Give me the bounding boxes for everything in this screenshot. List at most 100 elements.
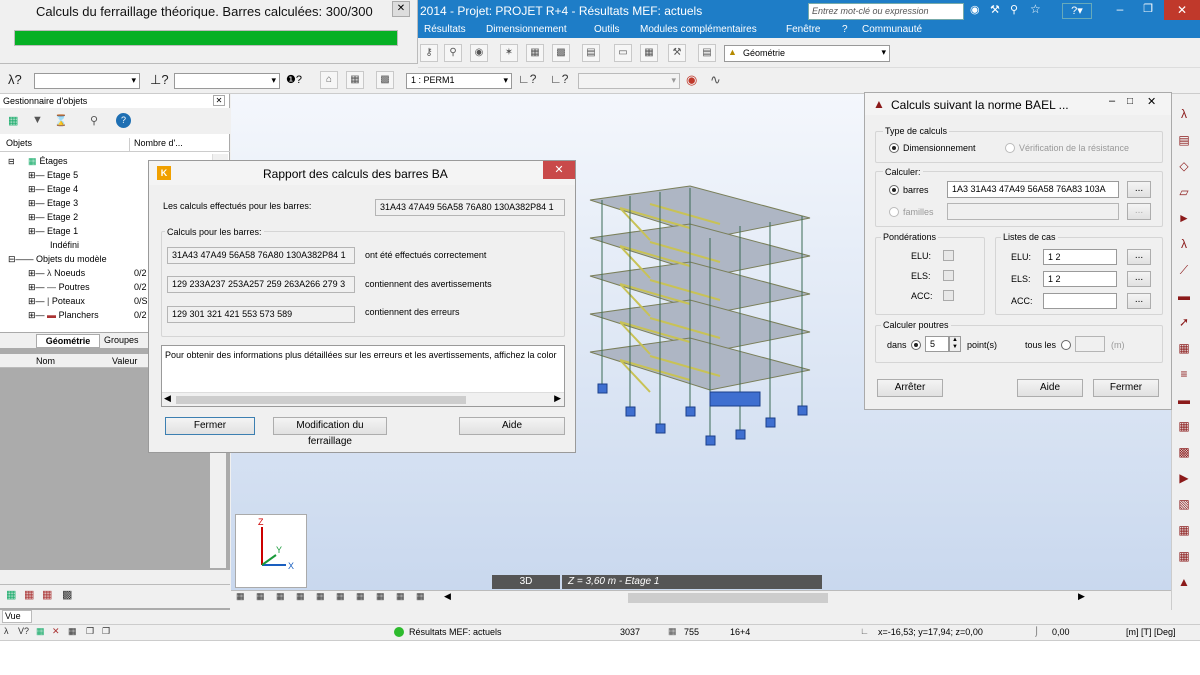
tools-icon[interactable]: ⚒ [990,3,1006,19]
tree-item-etage-4[interactable]: ⊞— Etage 4 [28,184,78,195]
menu-item-outils[interactable]: Outils [594,24,620,35]
tree-item-noeuds[interactable]: ⊞— λ Noeuds [28,268,85,279]
horizontal-scrollbar[interactable] [628,593,828,603]
status-tool-5-icon[interactable]: ▦ [68,626,77,637]
combination-icon[interactable]: ∟? [550,72,568,86]
properties-col-name[interactable]: Nom [36,356,55,366]
bael-maximize-icon[interactable]: □ [1127,96,1133,107]
status-tool-6-icon[interactable]: ❐ [86,626,94,637]
right-tool-3-icon[interactable]: ◇ [1174,156,1194,176]
right-tool-10-icon[interactable]: ▦ [1174,338,1194,358]
binoculars-icon[interactable]: ◉ [970,3,986,19]
status-tool-1-icon[interactable]: λ [4,626,9,636]
cases-els-browse-button[interactable]: ... [1127,271,1151,287]
view-tool-8-icon[interactable]: ▦ [376,591,385,602]
verification-radio[interactable] [1005,143,1015,153]
right-tool-16-icon[interactable]: ▧ [1174,494,1194,514]
weights-elu-checkbox[interactable] [943,250,954,261]
menu-item-resultats[interactable]: Résultats [424,24,466,35]
right-tool-8-icon[interactable]: ▬ [1174,286,1194,306]
stop-button[interactable]: Arrêter [877,379,943,397]
units[interactable]: [m] [T] [Deg] [1126,627,1176,637]
status-tool-2-icon[interactable]: V? [18,626,29,636]
animation-icon[interactable]: ∿ [710,72,721,88]
bael-close-button[interactable]: Fermer [1093,379,1159,397]
layout-icon[interactable]: ▤ [698,44,716,62]
right-tool-6-icon[interactable]: λ [1174,234,1194,254]
load-case-icon[interactable]: ∟? [518,72,536,86]
info-scrollbar[interactable]: ◀ ▶ [162,392,564,406]
report-close-button[interactable]: Fermer [165,417,255,435]
grid-view-icon[interactable]: ▦ [346,71,364,89]
search-icon[interactable]: ⚲ [1010,3,1026,19]
right-tool-15-icon[interactable]: ▶ [1174,468,1194,488]
view-tool-1-icon[interactable]: ▦ [236,591,245,602]
tree-item-poutres[interactable]: ⊞— — Poutres [28,282,90,293]
right-tool-7-icon[interactable]: ⟋ [1174,260,1194,280]
section-select[interactable]: ▾ [34,73,140,89]
scroll-left-icon[interactable]: ◀ [164,393,171,404]
node-tool-icon[interactable]: ✶ [500,44,518,62]
object-manager-close-icon[interactable]: ✕ [213,95,225,106]
query-icon[interactable]: ❶? [286,73,302,86]
points-stepper[interactable]: ▲ ▼ [949,336,961,352]
table-tool-icon[interactable]: ▦ [640,44,658,62]
error-bars-field[interactable]: 129 301 321 421 553 573 589 [167,306,355,323]
view-select[interactable]: ▲ Géométrie ▾ [724,45,890,62]
spacing-input[interactable] [1075,336,1105,352]
view-tool-7-icon[interactable]: ▦ [356,591,365,602]
status-tool-3-icon[interactable]: ▦ [36,626,45,637]
report-close-icon[interactable]: ✕ [543,161,575,179]
section-select-icon[interactable]: λ? [8,72,22,87]
right-tool-17-icon[interactable]: ▦ [1174,520,1194,540]
tree-item-poteaux[interactable]: ⊞— | Poteaux [28,296,85,307]
globe-icon[interactable]: ◉ [470,44,488,62]
column-header-count[interactable]: Nombre d'... [130,138,230,152]
cases-elu-browse-button[interactable]: ... [1127,249,1151,265]
tab-geometrie[interactable]: Géométrie [36,334,100,348]
level-indicator[interactable]: Z = 3,60 m - Etage 1 [562,575,822,589]
bars-browse-button[interactable]: ... [1127,181,1151,198]
menu-item-help[interactable]: ? [842,24,848,35]
lock-icon[interactable]: ⚷ [420,44,438,62]
report-help-button[interactable]: Aide [459,417,565,435]
right-tool-2-icon[interactable]: ▤ [1174,130,1194,150]
right-tool-11-icon[interactable]: ≡ [1174,364,1194,384]
view-mode-badge[interactable]: 3D [492,575,560,589]
warning-bars-field[interactable]: 129 233A237 253A257 259 263A266 279 3 [167,276,355,293]
scroll-thumb[interactable] [176,396,466,404]
restore-icon[interactable]: ❐ [1138,2,1158,18]
status-tool-4-icon[interactable]: ✕ [52,626,60,637]
right-tool-12-icon[interactable]: ▬ [1174,390,1194,410]
cases-elu-input[interactable]: 1 2 [1043,249,1117,265]
scroll-right-icon[interactable]: ▶ [1078,591,1085,602]
wrench-icon[interactable]: ⚒ [668,44,686,62]
view-tool-3-icon[interactable]: ▦ [276,591,285,602]
right-tool-18-icon[interactable]: ▦ [1174,546,1194,566]
hourglass-icon[interactable]: ⌛ [54,114,68,127]
points-input[interactable]: 5 [925,336,949,352]
all-radio[interactable] [1061,340,1071,350]
properties-tool-3-icon[interactable]: ▦ [42,588,52,601]
families-browse-button[interactable]: ... [1127,203,1151,220]
tree-item-etage-1[interactable]: ⊞— Etage 1 [28,226,78,237]
minimize-icon[interactable]: – [1110,2,1130,18]
mode-select[interactable]: ▾ [578,73,680,89]
right-tool-14-icon[interactable]: ▩ [1174,442,1194,462]
cases-els-input[interactable]: 1 2 [1043,271,1117,287]
right-tool-13-icon[interactable]: ▦ [1174,416,1194,436]
view-tool-2-icon[interactable]: ▦ [256,591,265,602]
progress-close-button[interactable]: ✕ [392,1,410,17]
right-tool-4-icon[interactable]: ▱ [1174,182,1194,202]
tree-item-planchers[interactable]: ⊞— ▬ Planchers [28,310,99,321]
properties-tool-1-icon[interactable]: ▦ [6,588,16,601]
info-box[interactable]: Pour obtenir des informations plus détai… [161,345,565,407]
help-icon[interactable]: ? [116,113,131,128]
view-tool-10-icon[interactable]: ▦ [416,591,425,602]
filter-icon[interactable]: ▼ [32,114,43,126]
menu-item-modules[interactable]: Modules complémentaires [640,24,757,35]
search-icon[interactable]: ⚲ [90,114,98,127]
status-tool-7-icon[interactable]: ❐ [102,626,110,637]
performed-field[interactable]: 31A43 47A49 56A58 76A80 130A382P84 1 [375,199,565,216]
view-tool-6-icon[interactable]: ▦ [336,591,345,602]
